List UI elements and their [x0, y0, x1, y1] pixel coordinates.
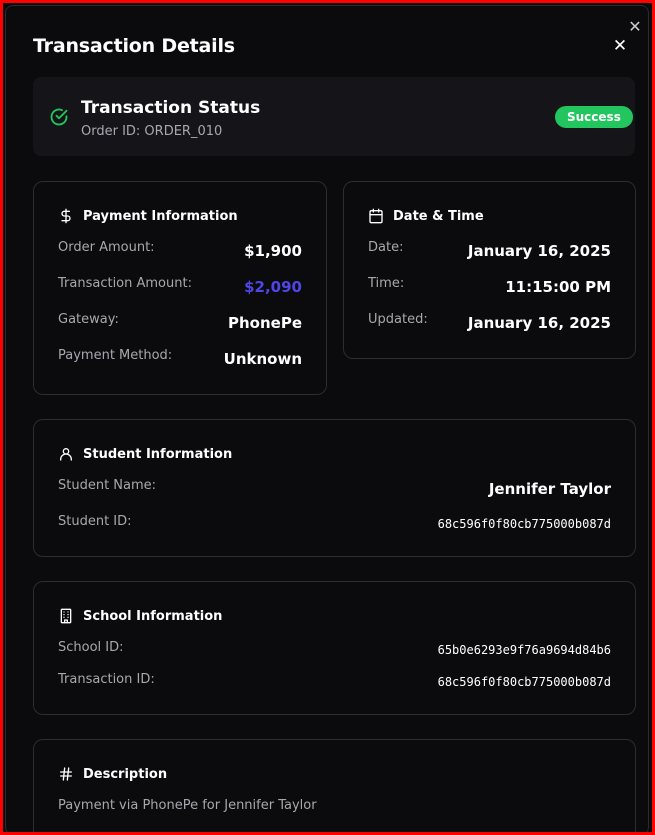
- student-information-header: Student Information: [58, 444, 232, 464]
- date-time-title: Date & Time: [393, 208, 484, 224]
- payment-information-title: Payment Information: [83, 208, 238, 224]
- gateway-row: Gateway: PhonePe: [58, 312, 302, 334]
- date-time-card: Date & Time Date: January 16, 2025 Time:…: [343, 181, 636, 359]
- updated-row: Updated: January 16, 2025: [368, 312, 611, 334]
- student-information-title: Student Information: [83, 446, 233, 462]
- transaction-id-value: 68c596f0f80cb775000b087d: [437, 675, 611, 689]
- hash-icon: [60, 767, 72, 781]
- updated-value: January 16, 2025: [467, 314, 611, 332]
- transaction-amount-value: $2,090: [244, 278, 302, 296]
- description-header: Description: [58, 764, 167, 784]
- updated-label: Updated:: [368, 312, 428, 327]
- transaction-status-panel: Transaction Status Order ID: ORDER_010 S…: [33, 77, 635, 156]
- payment-method-value: Unknown: [223, 350, 302, 368]
- transaction-amount-label: Transaction Amount:: [58, 276, 192, 291]
- dialog-title: Transaction Details: [33, 35, 235, 57]
- payment-method-label: Payment Method:: [58, 348, 173, 363]
- check-circle-icon: [50, 108, 68, 126]
- status-badge: Success: [555, 106, 633, 128]
- student-id-label: Student ID:: [58, 514, 132, 529]
- transaction-amount-row: Transaction Amount: $2,090: [58, 276, 302, 298]
- close-button[interactable]: ✕: [610, 36, 630, 56]
- description-title: Description: [83, 766, 168, 782]
- close-icon: ✕: [612, 36, 628, 56]
- student-id-row: Student ID: 68c596f0f80cb775000b087d: [58, 514, 611, 536]
- time-value: 11:15:00 PM: [505, 278, 611, 296]
- student-name-value: Jennifer Taylor: [488, 480, 611, 498]
- school-id-row: School ID: 65b0e6293e9f76a9694d84b6: [58, 640, 611, 662]
- close-icon: ✕: [628, 17, 642, 36]
- order-amount-value: $1,900: [244, 242, 302, 260]
- school-information-title: School Information: [83, 608, 223, 624]
- gateway-label: Gateway:: [58, 312, 119, 327]
- gateway-value: PhonePe: [228, 314, 302, 332]
- order-id: Order ID: ORDER_010: [81, 124, 223, 139]
- order-amount-label: Order Amount:: [58, 240, 155, 255]
- description-card: Description Payment via PhonePe for Jenn…: [33, 739, 636, 834]
- order-amount-row: Order Amount: $1,900: [58, 240, 302, 262]
- student-name-row: Student Name: Jennifer Taylor: [58, 478, 611, 500]
- payment-information-header: Payment Information: [58, 206, 238, 226]
- payment-method-row: Payment Method: Unknown: [58, 348, 302, 370]
- time-row: Time: 11:15:00 PM: [368, 276, 611, 298]
- school-information-card: School Information School ID: 65b0e6293e…: [33, 581, 636, 715]
- dollar-icon: [61, 208, 71, 224]
- status-title: Transaction Status: [81, 98, 261, 118]
- date-time-header: Date & Time: [368, 206, 484, 226]
- school-information-header: School Information: [58, 606, 222, 626]
- user-icon: [60, 448, 72, 461]
- description-text: Payment via PhonePe for Jennifer Taylor: [58, 798, 317, 813]
- student-id-value: 68c596f0f80cb775000b087d: [437, 517, 611, 531]
- date-label: Date:: [368, 240, 404, 255]
- school-id-label: School ID:: [58, 640, 124, 655]
- payment-information-card: Payment Information Order Amount: $1,900…: [33, 181, 327, 395]
- date-row: Date: January 16, 2025: [368, 240, 611, 262]
- transaction-id-row: Transaction ID: 68c596f0f80cb775000b087d: [58, 672, 611, 694]
- transaction-details-dialog: Transaction Details ✕ Transaction Status…: [5, 5, 649, 835]
- student-name-label: Student Name:: [58, 478, 157, 493]
- school-id-value: 65b0e6293e9f76a9694d84b6: [437, 643, 611, 657]
- building-icon: [60, 608, 72, 624]
- transaction-id-label: Transaction ID:: [58, 672, 155, 687]
- date-value: January 16, 2025: [467, 242, 611, 260]
- student-information-card: Student Information Student Name: Jennif…: [33, 419, 636, 557]
- calendar-icon: [369, 208, 383, 224]
- overlay-close-button[interactable]: ✕: [626, 18, 644, 36]
- time-label: Time:: [368, 276, 405, 291]
